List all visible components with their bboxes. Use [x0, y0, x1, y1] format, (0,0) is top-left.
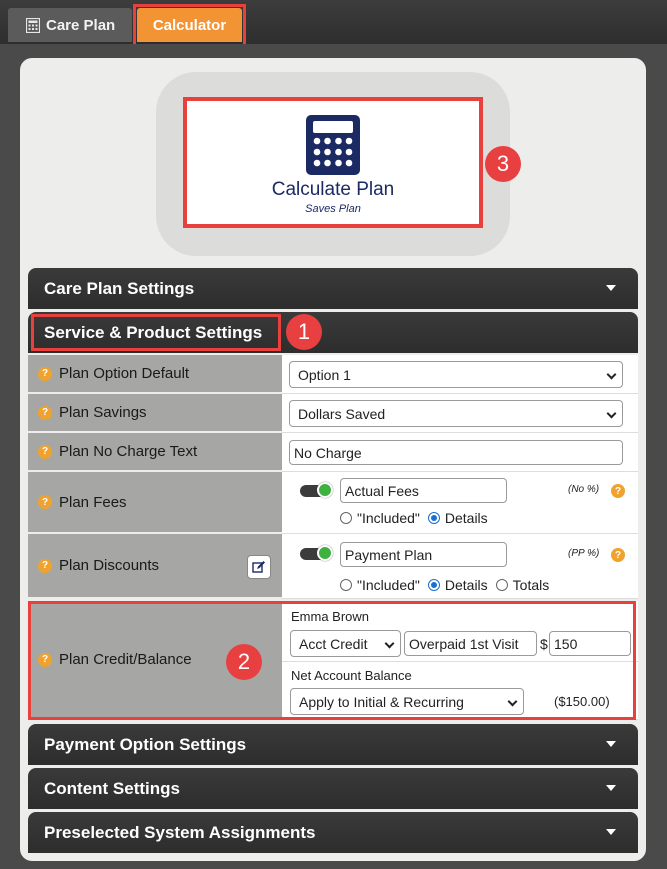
section-content-settings[interactable]: Content Settings [28, 768, 638, 809]
row-value: Dollars Saved [282, 394, 638, 433]
calculate-plan-subtitle: Saves Plan [305, 203, 361, 215]
help-icon[interactable]: ? [611, 484, 625, 498]
plan-fees-display-radios: "Included" Details [340, 510, 488, 526]
row-plan-discounts: ? Plan Discounts Payment Plan (PP %) ? "… [28, 534, 638, 599]
plan-savings-select[interactable]: Dollars Saved [289, 400, 623, 427]
tab-care-plan-label: Care Plan [46, 16, 116, 34]
calculate-plan-button[interactable]: Calculate Plan Saves Plan [183, 97, 483, 228]
plan-discounts-toggle[interactable] [300, 545, 333, 561]
input-value: Actual Fees [345, 482, 419, 499]
tab-calculator[interactable]: Calculator [137, 8, 242, 42]
radio-label: "Included" [357, 510, 420, 526]
section-care-plan-settings[interactable]: Care Plan Settings [28, 268, 638, 309]
no-charge-text-input[interactable]: No Charge [289, 440, 623, 465]
callout-badge-3: 3 [485, 146, 521, 182]
callout-badge-1: 1 [286, 314, 322, 350]
section-title: Preselected System Assignments [44, 822, 316, 842]
callout-badge-2: 2 [226, 644, 262, 680]
radio-label: Details [444, 510, 488, 526]
radio-label: "Included" [357, 577, 420, 593]
row-label: ? Plan Fees [28, 472, 282, 534]
top-tab-bar: Care Plan Calculator [0, 0, 667, 44]
plan-fees-input[interactable]: Actual Fees [340, 478, 507, 503]
input-value: No Charge [294, 444, 362, 461]
radio-totals[interactable] [495, 579, 508, 591]
row-plan-option-default: ? Plan Option Default Option 1 [28, 355, 638, 394]
calculator-icon [26, 17, 40, 33]
calculate-plan-title: Calculate Plan [271, 179, 395, 200]
row-value: Payment Plan (PP %) ? "Included" Details… [282, 534, 638, 599]
row-label: ? Plan No Charge Text [28, 433, 282, 472]
caret-down-icon [606, 829, 616, 835]
edit-discounts-button[interactable] [247, 555, 271, 579]
section-title: Care Plan Settings [44, 278, 195, 298]
label-text: Plan Option Default [59, 365, 190, 382]
tab-care-plan[interactable]: Care Plan [8, 8, 132, 42]
radio-details[interactable] [427, 579, 440, 591]
row-value: Option 1 [282, 355, 638, 394]
help-icon[interactable]: ? [38, 558, 52, 573]
fees-note: (No %) [568, 484, 600, 495]
tab-calculator-label: Calculator [152, 16, 227, 34]
toggle-knob [317, 545, 333, 561]
service-settings-highlight [31, 314, 281, 351]
radio-included[interactable] [340, 579, 352, 591]
input-value: Payment Plan [345, 546, 433, 563]
row-label: ? Plan Savings [28, 394, 282, 433]
help-icon[interactable]: ? [38, 366, 52, 381]
help-icon[interactable]: ? [38, 495, 52, 509]
row-label: ? Plan Option Default [28, 355, 282, 394]
row-label: ? Plan Discounts [28, 534, 282, 599]
radio-included[interactable] [340, 512, 352, 524]
caret-down-icon [606, 785, 616, 791]
row-value: No Charge [282, 433, 638, 472]
caret-down-icon [606, 285, 616, 291]
radio-label: Details [444, 577, 488, 593]
row-value: Actual Fees (No %) ? "Included" Details [282, 472, 638, 534]
section-preselected-system-assignments[interactable]: Preselected System Assignments [28, 812, 638, 853]
calculator-icon [306, 115, 360, 175]
discounts-note: (PP %) [568, 548, 600, 559]
row-plan-savings: ? Plan Savings Dollars Saved [28, 394, 638, 433]
help-icon[interactable]: ? [38, 444, 52, 459]
label-text: Plan Fees [59, 493, 127, 511]
label-text: Plan No Charge Text [59, 443, 198, 460]
row-plan-no-charge-text: ? Plan No Charge Text No Charge [28, 433, 638, 472]
plan-option-default-select[interactable]: Option 1 [289, 361, 623, 388]
plan-discounts-input[interactable]: Payment Plan [340, 542, 507, 567]
select-value: Option 1 [298, 366, 351, 383]
edit-icon [252, 561, 265, 573]
chevron-down-icon [606, 408, 617, 419]
plan-fees-toggle[interactable] [300, 482, 333, 498]
help-icon[interactable]: ? [611, 548, 625, 562]
radio-details[interactable] [427, 512, 440, 524]
caret-down-icon [606, 741, 616, 747]
label-text: Plan Discounts [59, 557, 160, 574]
section-payment-option-settings[interactable]: Payment Option Settings [28, 724, 638, 765]
section-title: Payment Option Settings [44, 734, 247, 754]
help-icon[interactable]: ? [38, 405, 52, 420]
row-plan-fees: ? Plan Fees Actual Fees (No %) ? "Includ… [28, 472, 638, 534]
chevron-down-icon [606, 369, 617, 380]
radio-label: Totals [512, 577, 550, 593]
credit-balance-highlight [28, 601, 636, 720]
toggle-knob [317, 482, 333, 498]
select-value: Dollars Saved [298, 405, 386, 422]
plan-discounts-display-radios: "Included" Details Totals [340, 577, 549, 593]
label-text: Plan Savings [59, 404, 147, 421]
section-title: Content Settings [44, 778, 180, 798]
